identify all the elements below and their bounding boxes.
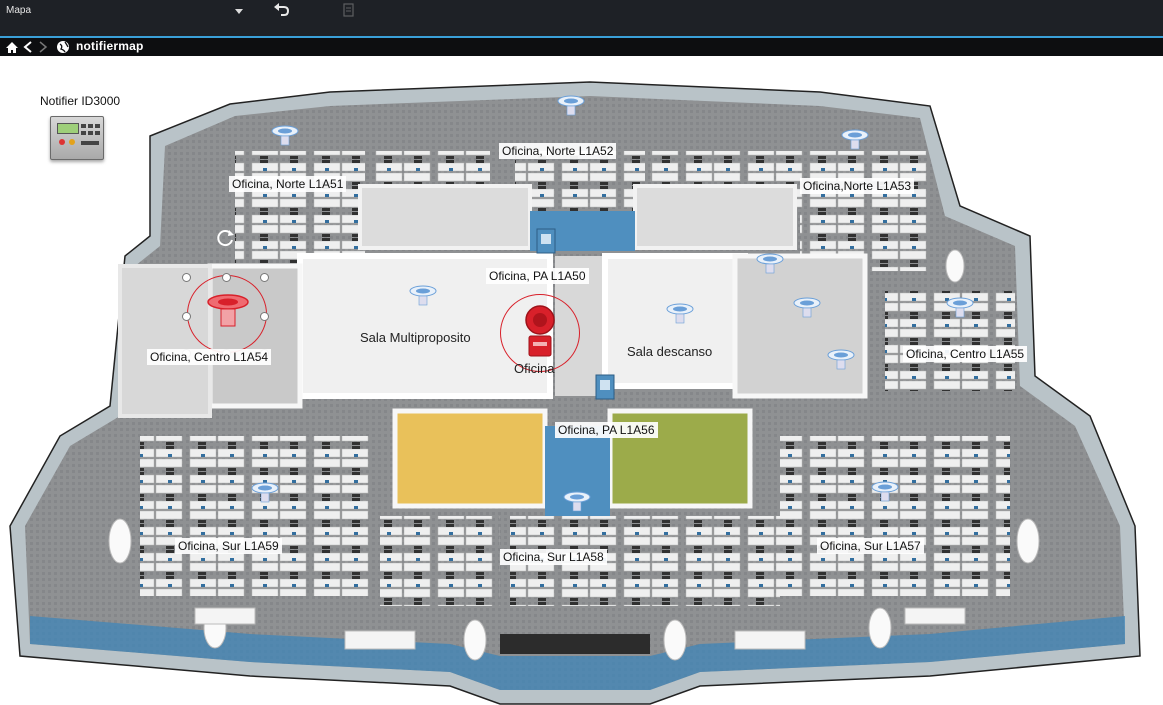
zone-label-pa-50[interactable]: Oficina, PA L1A50 xyxy=(486,268,589,284)
smoke-detector-icon[interactable] xyxy=(792,296,822,320)
document-icon[interactable] xyxy=(342,3,356,19)
smoke-detector-icon[interactable] xyxy=(826,348,856,372)
fire-panel-icon[interactable] xyxy=(50,116,104,160)
selection-handle[interactable] xyxy=(260,312,269,321)
smoke-detector-icon[interactable] xyxy=(250,481,280,505)
undo-icon[interactable] xyxy=(272,2,292,20)
zone-label-pa-56[interactable]: Oficina, PA L1A56 xyxy=(555,422,658,438)
selection-handle[interactable] xyxy=(182,312,191,321)
smoke-detector-icon[interactable] xyxy=(665,302,695,326)
manual-call-point-icon[interactable] xyxy=(536,228,556,254)
smoke-detector-icon[interactable] xyxy=(870,480,900,504)
manual-call-point-icon[interactable] xyxy=(595,374,615,400)
smoke-detector-icon[interactable] xyxy=(755,252,785,276)
map-selector-label[interactable]: Mapa xyxy=(6,5,31,16)
globe-icon xyxy=(56,39,70,55)
navigation-bar: notifiermap xyxy=(0,38,1163,56)
room-label-rest: Sala descanso xyxy=(627,344,713,359)
smoke-detector-alarm-icon[interactable] xyxy=(205,294,251,330)
zone-label-south-58[interactable]: Oficina, Sur L1A58 xyxy=(500,549,607,565)
smoke-detector-icon[interactable] xyxy=(408,284,438,308)
smoke-detector-icon[interactable] xyxy=(562,490,592,514)
smoke-detector-icon[interactable] xyxy=(945,296,975,320)
forward-icon[interactable] xyxy=(36,39,50,55)
zone-label-south-59[interactable]: Oficina, Sur L1A59 xyxy=(175,538,282,554)
alarm-device-caption: Oficina xyxy=(514,361,555,376)
selection-handle[interactable] xyxy=(182,273,191,282)
smoke-detector-icon[interactable] xyxy=(556,94,586,118)
panel-label: Notifier ID3000 xyxy=(40,94,121,108)
rotate-icon[interactable] xyxy=(216,228,236,248)
floor-map[interactable]: Notifier ID3000 Oficina Sala Multipropos… xyxy=(0,56,1163,705)
home-icon[interactable] xyxy=(5,39,19,55)
smoke-detector-icon[interactable] xyxy=(840,128,870,152)
back-icon[interactable] xyxy=(21,39,35,55)
smoke-detector-icon[interactable] xyxy=(270,124,300,148)
chevron-down-icon[interactable] xyxy=(232,4,246,18)
room-label-multipurpose: Sala Multiproposito xyxy=(360,330,471,345)
zone-label-north-51[interactable]: Oficina, Norte L1A51 xyxy=(229,176,347,192)
selection-handle[interactable] xyxy=(260,273,269,282)
zone-label-north-53[interactable]: Oficina,Norte L1A53 xyxy=(800,178,915,194)
zone-label-north-52[interactable]: Oficina, Norte L1A52 xyxy=(499,143,617,159)
map-name: notifiermap xyxy=(76,39,144,53)
map-toolbar: Mapa xyxy=(0,0,1163,38)
selection-handle[interactable] xyxy=(222,273,231,282)
zone-label-center-54[interactable]: Oficina, Centro L1A54 xyxy=(147,349,272,365)
zone-label-center-55[interactable]: Oficina, Centro L1A55 xyxy=(903,346,1028,362)
zone-label-south-57[interactable]: Oficina, Sur L1A57 xyxy=(817,538,924,554)
fire-alarm-sounder-icon[interactable] xyxy=(520,304,560,360)
